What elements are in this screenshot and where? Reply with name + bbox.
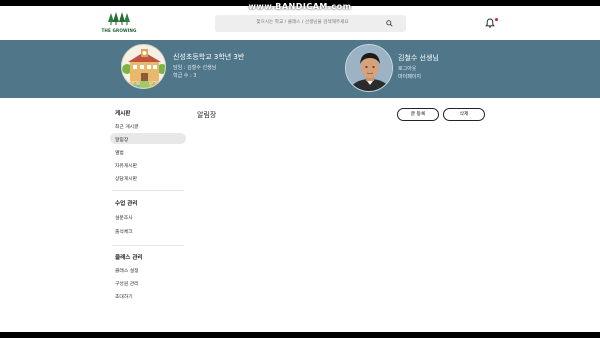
class-management-heading: 수업 관리	[115, 201, 138, 207]
search-input[interactable]: 찾으시는 학교 / 클래스 / 선생님을 검색해주세요	[215, 19, 390, 25]
notification-bell-icon[interactable]	[485, 18, 495, 28]
sidebar-item-attendance[interactable]: 출석체크	[115, 228, 133, 235]
school-building-icon	[122, 45, 165, 88]
app-window: THE GROWING 찾으시는 학교 / 클래스 / 선생님을 검색해주세요	[0, 6, 600, 332]
class-settings-heading: 클래스 관리	[115, 255, 143, 261]
homeroom-teacher: 담임 : 김철수 선생님	[173, 65, 217, 71]
logo-text: THE GROWING	[101, 28, 137, 33]
sidebar-item-notice[interactable]: 알림장	[115, 136, 128, 143]
sidebar-item-class-settings[interactable]: 클래스 설정	[115, 267, 139, 274]
sidebar-divider	[112, 190, 184, 191]
recorder-watermark: www.BANDICAM.com	[248, 2, 352, 11]
the-growing-logo[interactable]: THE GROWING	[101, 12, 137, 38]
school-class-title: 신성초등학교 3학년 3반	[173, 53, 245, 61]
write-post-button[interactable]: 글 등록	[397, 108, 439, 121]
sidebar-item-member-management[interactable]: 구성원 관리	[115, 280, 139, 287]
sidebar-item-survey[interactable]: 설문조사	[115, 214, 133, 221]
school-illustration	[121, 44, 166, 89]
student-count: 학급 수 : 3	[173, 73, 197, 79]
notification-badge	[495, 18, 498, 21]
class-banner	[0, 40, 600, 98]
sidebar-item-counseling-board[interactable]: 상담게시판	[115, 175, 137, 182]
sidebar-item-album[interactable]: 앨범	[115, 149, 124, 156]
sidebar-divider	[112, 245, 184, 246]
search-icon[interactable]	[386, 20, 393, 27]
sidebar-item-invite[interactable]: 초대하기	[115, 293, 133, 300]
delete-button[interactable]: 삭제	[443, 108, 485, 121]
teacher-photo	[346, 45, 392, 91]
page-title: 알림장	[197, 111, 217, 119]
top-header: THE GROWING 찾으시는 학교 / 클래스 / 선생님을 검색해주세요	[0, 6, 600, 40]
sidebar-item-recent-posts[interactable]: 최근 게시글	[115, 123, 139, 130]
teacher-avatar	[345, 44, 393, 92]
logout-link[interactable]: 로그아웃	[398, 65, 416, 72]
search-bar[interactable]: 찾으시는 학교 / 클래스 / 선생님을 검색해주세요	[215, 15, 406, 32]
mypage-link[interactable]: 마이페이지	[398, 73, 421, 80]
trees-logo-icon	[108, 12, 130, 25]
teacher-name: 김철수 선생님	[398, 54, 439, 62]
sidebar-item-free-board[interactable]: 자유게시판	[115, 162, 137, 169]
board-heading: 게시판	[115, 111, 131, 117]
